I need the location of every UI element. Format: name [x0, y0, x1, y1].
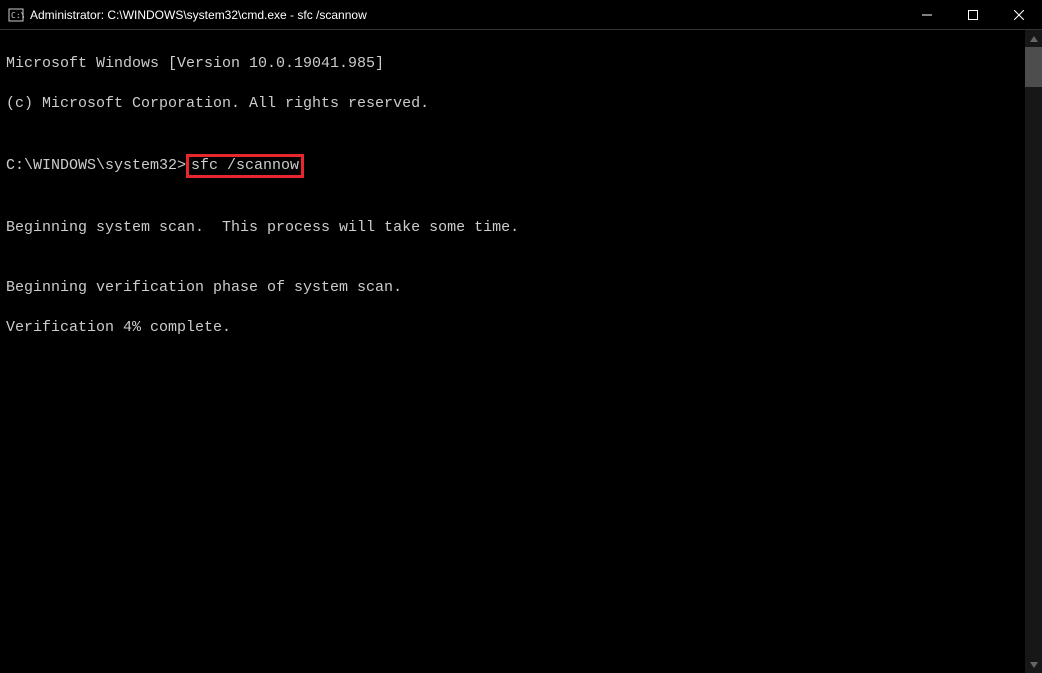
vertical-scrollbar[interactable]: [1025, 30, 1042, 673]
scrollbar-thumb[interactable]: [1025, 47, 1042, 87]
window-controls: [904, 0, 1042, 29]
scan-begin-line: Beginning system scan. This process will…: [6, 218, 1019, 238]
scrollbar-down-button[interactable]: [1025, 656, 1042, 673]
window-title: Administrator: C:\WINDOWS\system32\cmd.e…: [30, 8, 904, 22]
verify-progress-line: Verification 4% complete.: [6, 318, 1019, 338]
close-button[interactable]: [996, 0, 1042, 29]
minimize-button[interactable]: [904, 0, 950, 29]
scrollbar-up-button[interactable]: [1025, 30, 1042, 47]
command-highlight: sfc /scannow: [186, 154, 304, 178]
svg-text:C:\: C:\: [11, 11, 24, 20]
cmd-icon: C:\: [8, 7, 24, 23]
command-prompt-line: C:\WINDOWS\system32>sfc /scannow: [6, 154, 1019, 178]
version-line: Microsoft Windows [Version 10.0.19041.98…: [6, 54, 1019, 74]
verify-begin-line: Beginning verification phase of system s…: [6, 278, 1019, 298]
copyright-line: (c) Microsoft Corporation. All rights re…: [6, 94, 1019, 114]
titlebar: C:\ Administrator: C:\WINDOWS\system32\c…: [0, 0, 1042, 30]
prompt-path: C:\WINDOWS\system32>: [6, 156, 186, 176]
maximize-button[interactable]: [950, 0, 996, 29]
terminal-output[interactable]: Microsoft Windows [Version 10.0.19041.98…: [0, 30, 1025, 673]
